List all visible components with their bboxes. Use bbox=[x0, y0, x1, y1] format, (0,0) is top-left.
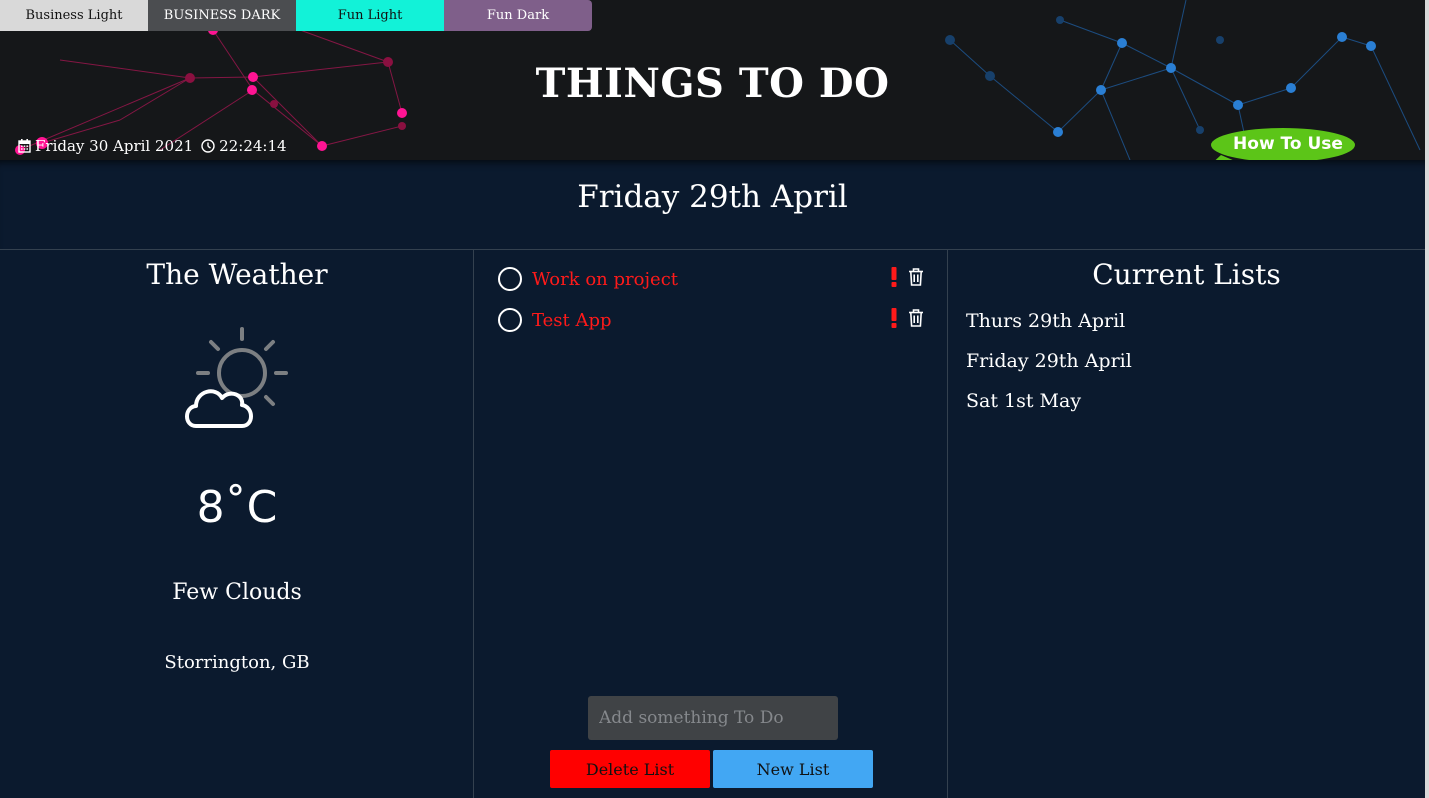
lists-title: Current Lists bbox=[1092, 258, 1281, 291]
list-item[interactable]: Friday 29th April bbox=[966, 350, 1132, 372]
app-title: THINGS TO DO bbox=[535, 60, 890, 107]
app: Business Light BUSINESS DARK Fun Light F… bbox=[0, 0, 1425, 798]
how-to-use-label: How To Use bbox=[1233, 134, 1343, 154]
current-list-date: Friday 29th April bbox=[577, 179, 848, 215]
list-item[interactable]: Sat 1st May bbox=[966, 390, 1081, 412]
todo-panel: Work on project Test App Add something T… bbox=[474, 249, 948, 798]
weather-location: Storrington, GB bbox=[164, 652, 310, 673]
trash-icon[interactable] bbox=[908, 268, 924, 290]
theme-fun-dark-button[interactable]: Fun Dark bbox=[444, 0, 592, 31]
todo-checkbox[interactable] bbox=[498, 267, 522, 291]
important-icon[interactable] bbox=[890, 308, 898, 332]
weather-description: Few Clouds bbox=[172, 580, 302, 605]
current-date: Friday 30 April 2021 bbox=[35, 137, 194, 155]
weather-temperature: 8˚C bbox=[196, 482, 278, 533]
new-list-button[interactable]: New List bbox=[713, 750, 873, 788]
todo-text[interactable]: Test App bbox=[532, 310, 612, 331]
how-to-use-button[interactable]: How To Use bbox=[1205, 128, 1357, 160]
theme-switcher: Business Light BUSINESS DARK Fun Light F… bbox=[0, 0, 592, 31]
trash-icon[interactable] bbox=[908, 309, 924, 331]
lists-panel: Current Lists Thurs 29th April Friday 29… bbox=[948, 249, 1425, 798]
theme-fun-light-button[interactable]: Fun Light bbox=[296, 0, 444, 31]
clock-icon bbox=[201, 139, 215, 153]
current-datetime: Friday 30 April 2021 22:24:14 bbox=[18, 137, 287, 155]
todo-text[interactable]: Work on project bbox=[532, 269, 678, 290]
list-item[interactable]: Thurs 29th April bbox=[966, 310, 1125, 332]
weather-panel: The Weather 8˚C Few Clouds Storrington, … bbox=[0, 249, 474, 798]
current-time: 22:24:14 bbox=[219, 137, 287, 155]
important-icon[interactable] bbox=[890, 267, 898, 291]
calendar-icon bbox=[18, 139, 31, 153]
todo-item: Test App bbox=[498, 306, 930, 334]
theme-business-light-button[interactable]: Business Light bbox=[0, 0, 148, 31]
todo-checkbox[interactable] bbox=[498, 308, 522, 332]
theme-business-dark-button[interactable]: BUSINESS DARK bbox=[148, 0, 296, 31]
todo-item: Work on project bbox=[498, 265, 930, 293]
scrollbar[interactable] bbox=[1425, 0, 1429, 798]
current-list-header: Friday 29th April bbox=[0, 160, 1425, 249]
weather-title: The Weather bbox=[146, 258, 328, 291]
header: Business Light BUSINESS DARK Fun Light F… bbox=[0, 0, 1425, 160]
partly-cloudy-icon bbox=[182, 325, 292, 439]
delete-list-button[interactable]: Delete List bbox=[550, 750, 710, 788]
add-todo-input[interactable] bbox=[588, 696, 838, 740]
